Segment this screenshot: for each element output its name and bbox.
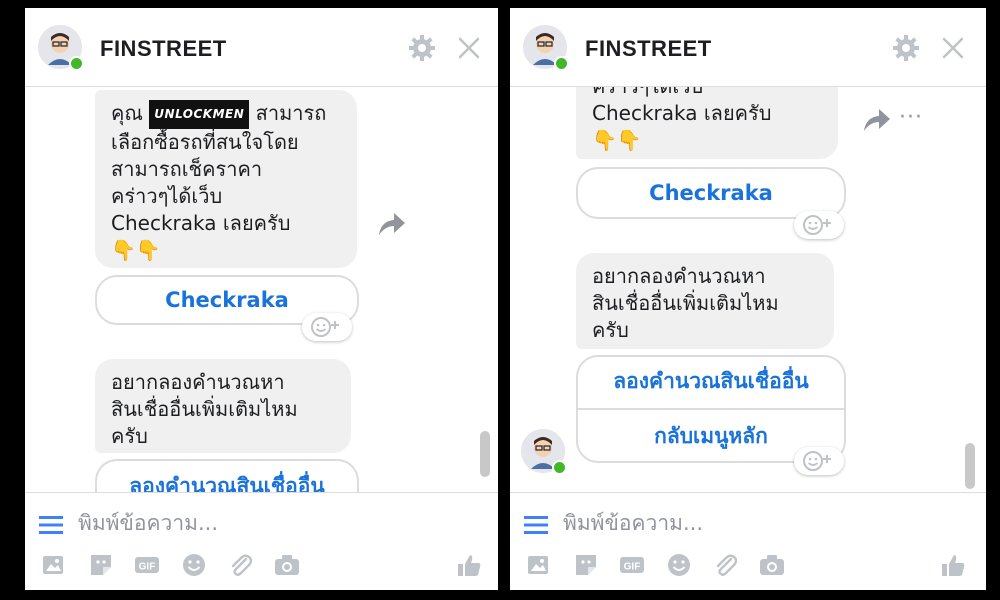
- message-bubble: อยากลองคำนวณหา สินเชื่ออื่นเพิ่มเติมไหม …: [576, 253, 834, 349]
- composer: พิมพ์ข้อความ... GIF: [510, 492, 986, 590]
- message-text: อยากลองคำนวณหา: [111, 370, 285, 394]
- gear-icon[interactable]: [891, 33, 921, 63]
- message-text: สินเชื่ออื่นเพิ่มเติมไหม: [592, 291, 779, 315]
- attach-icon[interactable]: [711, 551, 739, 579]
- message-list[interactable]: คร่าวๆได้เว็บ Checkraka เลยครับ 👇👇 ··· C…: [510, 87, 986, 492]
- brand-logo: UNLOCKMEN: [149, 100, 250, 129]
- menu-icon[interactable]: [39, 515, 63, 535]
- online-indicator: [554, 56, 569, 71]
- chat-title: FINSTREET: [100, 36, 227, 61]
- message-text: คุณ: [111, 101, 143, 125]
- like-icon[interactable]: [939, 551, 967, 579]
- pointing-down-emoji: 👇👇: [592, 128, 642, 152]
- message-bubble: คร่าวๆได้เว็บ Checkraka เลยครับ 👇👇: [576, 87, 838, 159]
- scrollbar-thumb[interactable]: [480, 431, 490, 477]
- share-icon[interactable]: [377, 211, 407, 237]
- option-calculate-other-loan[interactable]: ลองคำนวณสินเชื่ออื่น: [578, 357, 844, 410]
- add-reaction-button[interactable]: [302, 313, 352, 341]
- attach-icon[interactable]: [226, 551, 254, 579]
- message-text: อยากลองคำนวณหา: [592, 264, 766, 288]
- add-reaction-button[interactable]: [794, 211, 844, 239]
- scrollbar-thumb[interactable]: [965, 443, 975, 489]
- close-icon[interactable]: [938, 33, 968, 63]
- smile-add-icon: [803, 451, 831, 471]
- pointing-down-emoji: 👇👇: [111, 238, 161, 262]
- avatar[interactable]: [523, 25, 569, 71]
- message-text: ครับ: [592, 318, 629, 342]
- chat-title: FINSTREET: [585, 36, 712, 61]
- online-indicator: [69, 56, 84, 71]
- composer: พิมพ์ข้อความ... GIF: [25, 492, 498, 590]
- sticker-icon[interactable]: [87, 551, 115, 579]
- emoji-icon[interactable]: [665, 551, 693, 579]
- sticker-icon[interactable]: [572, 551, 600, 579]
- svg-text:GIF: GIF: [624, 562, 641, 573]
- chat-window-left: FINSTREET คุณ UNLOCKMEN สามารถ เลือกซื้อ…: [25, 8, 498, 590]
- message-input[interactable]: พิมพ์ข้อความ...: [78, 507, 218, 540]
- svg-text:GIF: GIF: [139, 562, 156, 573]
- gear-icon[interactable]: [407, 33, 437, 63]
- photo-icon[interactable]: [40, 551, 68, 579]
- menu-icon[interactable]: [524, 515, 548, 535]
- smile-add-icon: [803, 215, 831, 235]
- message-input[interactable]: พิมพ์ข้อความ...: [563, 507, 703, 540]
- close-icon[interactable]: [454, 33, 484, 63]
- message-text: เลือกซื้อรถที่สนใจโดย: [111, 130, 299, 154]
- chat-header: FINSTREET: [510, 8, 986, 87]
- chat-header: FINSTREET: [25, 8, 498, 87]
- message-text: คร่าวๆได้เว็บ: [111, 184, 223, 208]
- message-bubble: อยากลองคำนวณหา สินเชื่ออื่นเพิ่มเติมไหม …: [95, 359, 351, 453]
- avatar[interactable]: [521, 429, 567, 475]
- camera-icon[interactable]: [758, 551, 786, 579]
- add-reaction-button[interactable]: [794, 447, 844, 475]
- message-text: ครับ: [111, 424, 148, 448]
- online-indicator: [552, 460, 567, 475]
- message-text: คร่าวๆได้เว็บ: [592, 87, 822, 100]
- camera-icon[interactable]: [273, 551, 301, 579]
- message-text: Checkraka เลยครับ: [592, 101, 772, 125]
- message-text: สามารถเช็คราคา: [111, 157, 263, 181]
- message-text: สินเชื่ออื่นเพิ่มเติมไหม: [111, 397, 298, 421]
- gif-icon[interactable]: GIF: [133, 551, 161, 579]
- emoji-icon[interactable]: [180, 551, 208, 579]
- message-list[interactable]: คุณ UNLOCKMEN สามารถ เลือกซื้อรถที่สนใจโ…: [25, 87, 498, 492]
- smile-add-icon: [311, 317, 339, 337]
- gif-icon[interactable]: GIF: [618, 551, 646, 579]
- option-calculate-other-loan[interactable]: ลองคำนวณสินเชื่ออื่น: [95, 459, 359, 492]
- message-text: สามารถ: [255, 101, 327, 125]
- chat-window-right: FINSTREET คร่าวๆได้เว็บ Checkraka เลยครั…: [510, 8, 986, 590]
- share-icon[interactable]: [862, 107, 892, 133]
- avatar[interactable]: [38, 25, 84, 71]
- more-options-button[interactable]: ···: [899, 105, 923, 130]
- message-bubble: คุณ UNLOCKMEN สามารถ เลือกซื้อรถที่สนใจโ…: [95, 90, 357, 268]
- message-text: Checkraka เลยครับ: [111, 211, 291, 235]
- like-icon[interactable]: [455, 551, 483, 579]
- photo-icon[interactable]: [525, 551, 553, 579]
